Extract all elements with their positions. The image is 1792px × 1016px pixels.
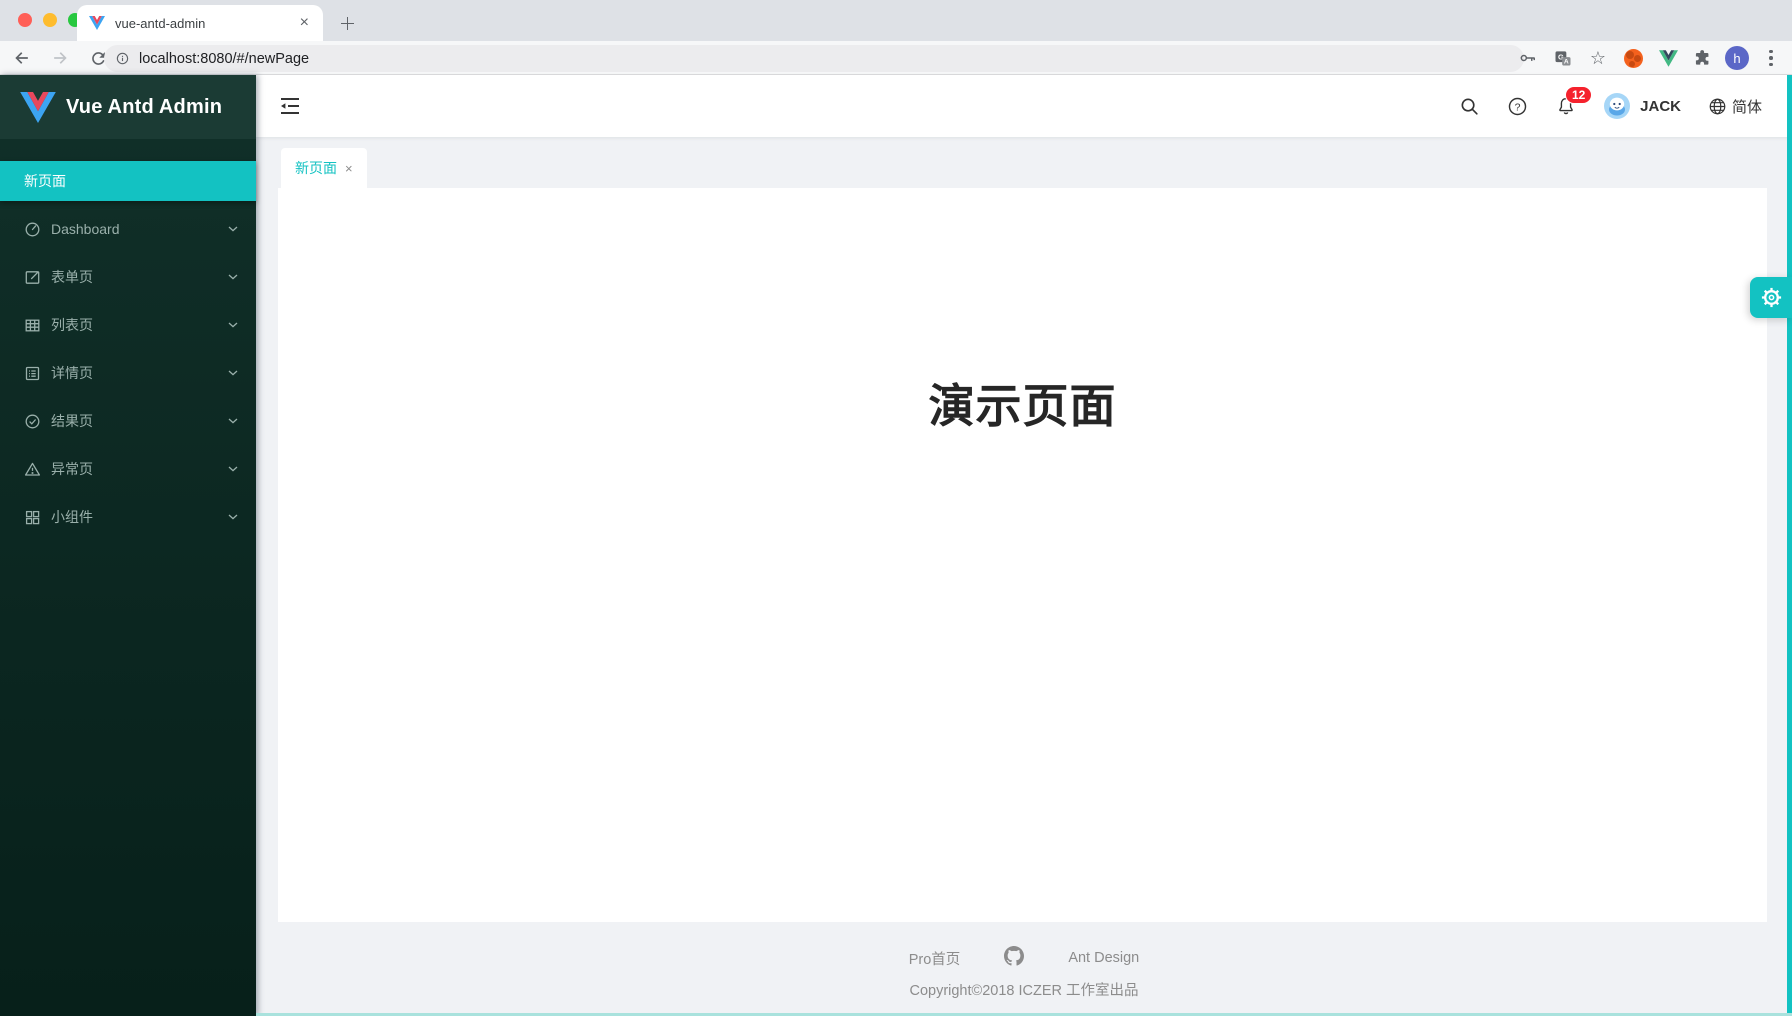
content-card: 演示页面 (278, 188, 1767, 922)
sidebar-item-lists[interactable]: 列表页 (0, 305, 256, 345)
profile-icon (24, 365, 41, 382)
search-icon (1459, 96, 1480, 117)
dashboard-icon (24, 221, 41, 238)
svg-text:A: A (1564, 59, 1569, 66)
sidebar-item-results[interactable]: 结果页 (0, 401, 256, 441)
form-icon (24, 269, 41, 286)
page-tab-bar: 新页面 × (256, 137, 1792, 188)
app-footer: Pro首页 Ant Design Copyright©2018 ICZER 工作… (256, 946, 1792, 1000)
close-window-button[interactable] (18, 13, 32, 27)
username: JACK (1640, 98, 1681, 115)
language-label: 简体 (1732, 96, 1762, 117)
copyright-text: Copyright©2018 ICZER 工作室出品 (909, 979, 1138, 1000)
user-menu[interactable]: JACK (1604, 93, 1681, 119)
sidebar-item-newpage[interactable]: 新页面 (0, 161, 256, 201)
settings-drawer-rail (1787, 75, 1792, 1016)
page-title: 演示页面 (278, 188, 1767, 436)
page-tab-active[interactable]: 新页面 × (281, 148, 367, 188)
sidebar: Vue Antd Admin 新页面 Dashboard 表单页 (0, 75, 256, 1016)
vue-logo-icon (20, 92, 56, 123)
browser-window: vue-antd-admin × (0, 0, 1792, 1016)
sidebar-item-dashboard[interactable]: Dashboard (0, 209, 256, 249)
new-tab-button[interactable] (334, 10, 360, 36)
browser-toolbar: localhost:8080/#/newPage G A ☆ (0, 41, 1792, 75)
chevron-down-icon (228, 274, 238, 280)
appstore-icon (24, 509, 41, 526)
sidebar-item-exceptions[interactable]: 异常页 (0, 449, 256, 489)
browser-profile-avatar[interactable]: h (1725, 46, 1749, 70)
warning-icon (24, 461, 41, 478)
back-arrow-icon (12, 48, 32, 68)
notification-badge: 12 (1565, 86, 1592, 104)
sidebar-item-widgets[interactable]: 小组件 (0, 497, 256, 537)
page-tab-close-icon[interactable]: × (345, 161, 353, 176)
plus-icon (341, 17, 354, 30)
tab-close-icon[interactable]: × (298, 15, 311, 31)
app-title: Vue Antd Admin (66, 96, 222, 119)
chevron-down-icon (228, 322, 238, 328)
footer-link-antd[interactable]: Ant Design (1068, 950, 1139, 966)
globe-icon (1708, 97, 1727, 116)
search-button[interactable] (1459, 96, 1480, 117)
chevron-down-icon (228, 370, 238, 376)
macos-traffic-lights (18, 13, 82, 27)
menu-fold-button[interactable] (278, 94, 302, 118)
vue-favicon-icon (89, 16, 105, 30)
extensions-puzzle-icon[interactable] (1690, 45, 1716, 71)
password-key-icon[interactable] (1515, 45, 1541, 71)
settings-drawer-button[interactable] (1750, 277, 1792, 318)
gear-icon (1760, 286, 1783, 309)
sidebar-logo[interactable]: Vue Antd Admin (0, 75, 256, 139)
forward-arrow-icon (50, 48, 70, 68)
site-info-icon[interactable] (114, 50, 131, 67)
svg-text:?: ? (1515, 101, 1521, 113)
browser-menu-icon[interactable] (1758, 45, 1784, 71)
page-tab-label: 新页面 (295, 158, 337, 178)
sidebar-item-forms[interactable]: 表单页 (0, 257, 256, 297)
help-button[interactable]: ? (1507, 96, 1528, 117)
check-circle-icon (24, 413, 41, 430)
vue-devtools-icon[interactable] (1655, 45, 1681, 71)
language-selector[interactable]: 简体 (1708, 96, 1762, 117)
back-button[interactable] (8, 44, 36, 72)
sidebar-item-details[interactable]: 详情页 (0, 353, 256, 393)
table-icon (24, 317, 41, 334)
browser-tab[interactable]: vue-antd-admin × (77, 5, 323, 41)
chevron-down-icon (228, 466, 238, 472)
app-header: ? 12 JACK (256, 75, 1792, 137)
footer-link-pro[interactable]: Pro首页 (909, 948, 961, 969)
chevron-down-icon (228, 514, 238, 520)
menu-fold-icon (278, 94, 302, 118)
browser-tab-title: vue-antd-admin (115, 16, 298, 31)
github-icon[interactable] (1004, 946, 1024, 970)
user-avatar (1604, 93, 1630, 119)
chevron-down-icon (228, 418, 238, 424)
bookmark-star-icon[interactable]: ☆ (1585, 45, 1611, 71)
forward-button[interactable] (46, 44, 74, 72)
question-circle-icon: ? (1507, 96, 1528, 117)
sidebar-menu: 新页面 Dashboard 表单页 列表页 (0, 161, 256, 537)
minimize-window-button[interactable] (43, 13, 57, 27)
browser-tab-strip: vue-antd-admin × (0, 0, 1792, 41)
url-text[interactable]: localhost:8080/#/newPage (139, 51, 309, 67)
chevron-down-icon (228, 226, 238, 232)
address-bar[interactable]: localhost:8080/#/newPage (104, 45, 1524, 72)
translate-icon[interactable]: G A (1550, 45, 1576, 71)
notifications-button[interactable]: 12 (1555, 95, 1577, 117)
extension-orange-icon[interactable] (1620, 45, 1646, 71)
